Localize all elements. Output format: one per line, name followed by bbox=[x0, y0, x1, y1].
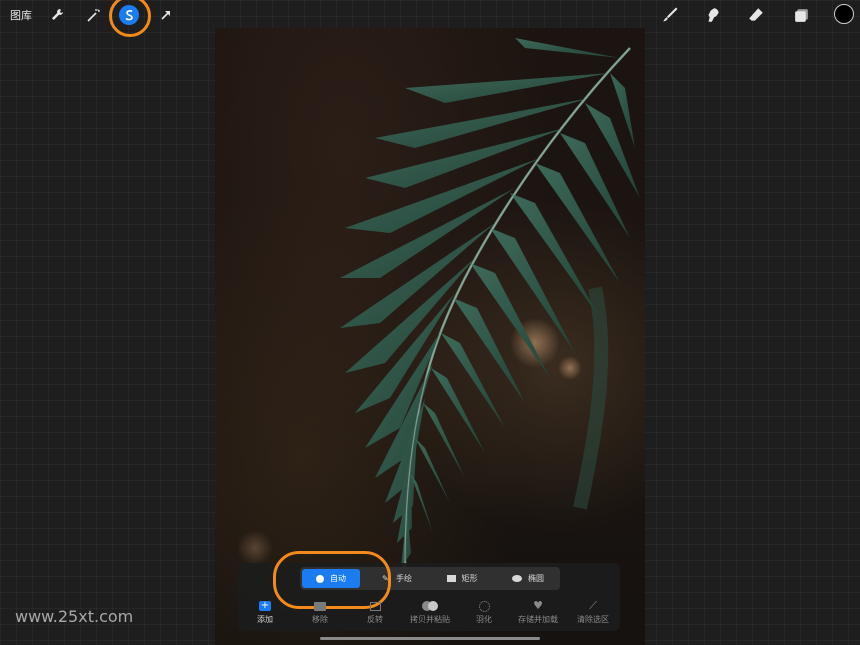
invert-button[interactable]: 反转 bbox=[350, 600, 400, 625]
ellipse-icon bbox=[512, 575, 522, 582]
mode-label: 矩形 bbox=[461, 574, 478, 583]
feather-icon bbox=[478, 600, 490, 612]
color-swatch[interactable] bbox=[834, 4, 854, 24]
invert-icon bbox=[369, 601, 381, 611]
action-label: 拷贝并粘贴 bbox=[410, 615, 450, 624]
selection-s-icon[interactable] bbox=[119, 5, 139, 25]
rectangle-icon bbox=[446, 575, 456, 582]
smudge-icon[interactable] bbox=[702, 5, 724, 25]
mode-label: 手绘 bbox=[396, 574, 412, 583]
action-label: 添加 bbox=[257, 615, 273, 624]
brush-icon[interactable] bbox=[659, 5, 681, 25]
remove-button[interactable]: 移除 bbox=[295, 600, 345, 625]
gallery-button[interactable]: 图库 bbox=[10, 7, 32, 23]
remove-icon bbox=[314, 601, 326, 611]
wrench-icon[interactable] bbox=[47, 5, 67, 25]
top-toolbar: 图库 bbox=[0, 0, 860, 37]
action-label: 羽化 bbox=[476, 615, 492, 624]
feather-button[interactable]: 羽化 bbox=[459, 600, 509, 625]
mode-label: 椭圆 bbox=[528, 574, 544, 583]
clear-selection-icon: ⟋ bbox=[589, 599, 597, 612]
copy-paste-icon bbox=[422, 601, 438, 611]
transform-arrow-icon[interactable] bbox=[156, 5, 176, 25]
mode-rectangle[interactable]: 矩形 bbox=[437, 569, 487, 588]
copy-paste-button[interactable]: 拷贝并粘贴 bbox=[405, 600, 455, 625]
clear-selection-button[interactable]: ⟋ 清除选区 bbox=[568, 600, 618, 625]
heart-icon: ♥ bbox=[533, 599, 543, 612]
magic-wand-icon[interactable] bbox=[83, 5, 103, 25]
add-button[interactable]: + 添加 bbox=[240, 600, 290, 625]
action-label: 清除选区 bbox=[577, 615, 609, 624]
layers-icon[interactable] bbox=[790, 5, 812, 25]
add-icon: + bbox=[259, 600, 271, 611]
save-load-button[interactable]: ♥ 存储并加载 bbox=[513, 600, 563, 625]
action-label: 移除 bbox=[312, 615, 328, 624]
fern-illustration bbox=[237, 38, 640, 569]
action-label: 存储并加载 bbox=[518, 615, 558, 624]
canvas-image[interactable] bbox=[215, 28, 645, 645]
eraser-icon[interactable] bbox=[745, 5, 767, 25]
watermark-text: www.25xt.com bbox=[15, 607, 134, 626]
mode-ellipse[interactable]: 椭圆 bbox=[503, 569, 553, 588]
action-label: 反转 bbox=[367, 615, 383, 624]
home-indicator bbox=[320, 637, 540, 640]
